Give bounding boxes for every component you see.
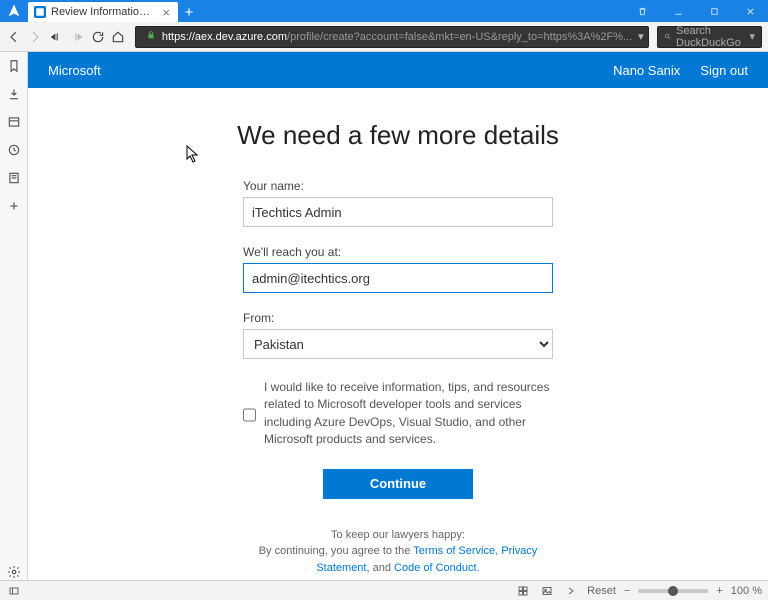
form-container: We need a few more details Your name: We… bbox=[28, 88, 768, 576]
from-select[interactable]: Pakistan bbox=[243, 329, 553, 359]
url-text: https://aex.dev.azure.com/profile/create… bbox=[162, 31, 632, 43]
add-panel-icon[interactable] bbox=[6, 198, 22, 214]
notes-icon[interactable] bbox=[6, 170, 22, 186]
zoom-plus-icon[interactable]: + bbox=[716, 585, 722, 597]
name-input[interactable] bbox=[243, 197, 553, 227]
panel-toggle-icon[interactable] bbox=[6, 583, 22, 599]
forward-button[interactable] bbox=[27, 26, 44, 48]
page-title: We need a few more details bbox=[237, 120, 559, 151]
minimize-button[interactable] bbox=[660, 0, 696, 22]
lock-icon bbox=[146, 30, 156, 43]
page-actions-icon[interactable] bbox=[563, 583, 579, 599]
reload-button[interactable] bbox=[89, 26, 106, 48]
reset-zoom[interactable]: Reset bbox=[587, 585, 616, 597]
vivaldi-logo bbox=[0, 0, 28, 22]
consent-text: I would like to receive information, tip… bbox=[264, 379, 553, 449]
ms-header: Microsoft Nano Sanix Sign out bbox=[28, 52, 768, 88]
maximize-button[interactable] bbox=[696, 0, 732, 22]
status-bar: Reset − + 100 % bbox=[0, 580, 768, 600]
downloads-icon[interactable] bbox=[6, 86, 22, 102]
side-panel bbox=[0, 52, 28, 580]
ms-brand: Microsoft bbox=[48, 63, 101, 78]
window-titlebar: Review Information | Micros × + bbox=[0, 0, 768, 22]
browser-tab[interactable]: Review Information | Micros × bbox=[28, 2, 178, 22]
fastforward-button[interactable] bbox=[68, 26, 85, 48]
from-label: From: bbox=[243, 311, 553, 325]
panel-icon[interactable] bbox=[6, 114, 22, 130]
history-icon[interactable] bbox=[6, 142, 22, 158]
bookmarks-icon[interactable] bbox=[6, 58, 22, 74]
settings-icon[interactable] bbox=[6, 564, 22, 580]
zoom-value: 100 % bbox=[731, 585, 762, 597]
legal-text: To keep our lawyers happy: By continuing… bbox=[243, 527, 553, 577]
close-tab-icon[interactable]: × bbox=[162, 5, 170, 20]
back-button[interactable] bbox=[6, 26, 23, 48]
trash-icon[interactable] bbox=[624, 0, 660, 22]
email-input[interactable] bbox=[243, 263, 553, 293]
browser-toolbar: https://aex.dev.azure.com/profile/create… bbox=[0, 22, 768, 52]
page-viewport: Microsoft Nano Sanix Sign out We need a … bbox=[28, 52, 768, 580]
zoom-minus-icon[interactable]: − bbox=[624, 585, 630, 597]
search-icon bbox=[664, 31, 671, 42]
close-button[interactable] bbox=[732, 0, 768, 22]
search-placeholder: Search DuckDuckGo bbox=[676, 25, 744, 49]
image-toggle-icon[interactable] bbox=[539, 583, 555, 599]
zoom-slider[interactable] bbox=[638, 589, 708, 593]
tab-title: Review Information | Micros bbox=[51, 6, 153, 18]
user-name[interactable]: Nano Sanix bbox=[613, 63, 680, 78]
consent-checkbox[interactable] bbox=[243, 381, 256, 449]
search-box[interactable]: Search DuckDuckGo ▾ bbox=[657, 26, 762, 48]
new-tab-button[interactable]: + bbox=[178, 2, 200, 22]
rewind-button[interactable] bbox=[48, 26, 65, 48]
sign-out-link[interactable]: Sign out bbox=[700, 63, 748, 78]
azure-favicon bbox=[34, 6, 46, 18]
continue-button[interactable]: Continue bbox=[323, 469, 473, 499]
email-label: We'll reach you at: bbox=[243, 245, 553, 259]
tiling-icon[interactable] bbox=[515, 583, 531, 599]
url-dropdown-icon[interactable]: ▾ bbox=[638, 30, 644, 43]
tos-link[interactable]: Terms of Service bbox=[413, 545, 495, 557]
coc-link[interactable]: Code of Conduct bbox=[394, 562, 477, 574]
name-label: Your name: bbox=[243, 179, 553, 193]
address-bar[interactable]: https://aex.dev.azure.com/profile/create… bbox=[135, 26, 649, 48]
home-button[interactable] bbox=[110, 26, 127, 48]
search-dropdown-icon[interactable]: ▾ bbox=[750, 30, 756, 43]
